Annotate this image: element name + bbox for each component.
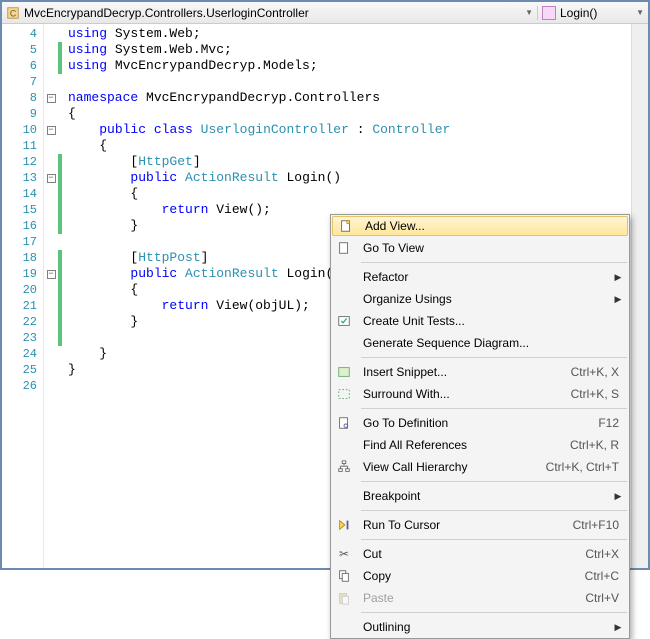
menu-outlining[interactable]: Outlining ▶ xyxy=(331,616,629,638)
menu-create-unit-tests[interactable]: Create Unit Tests... xyxy=(331,310,629,332)
menu-separator xyxy=(361,357,627,358)
menu-generate-sequence-diagram[interactable]: Generate Sequence Diagram... xyxy=(331,332,629,354)
menu-breakpoint[interactable]: Breakpoint ▶ xyxy=(331,485,629,507)
copy-icon xyxy=(331,565,357,587)
submenu-arrow-icon: ▶ xyxy=(613,272,623,283)
menu-separator xyxy=(361,408,627,409)
navigation-bar: C MvcEncrypandDecryp.Controllers.Userlog… xyxy=(2,2,648,24)
surround-icon xyxy=(331,383,357,405)
menu-cut[interactable]: ✂ Cut Ctrl+X xyxy=(331,543,629,565)
cut-icon: ✂ xyxy=(331,543,357,565)
menu-go-to-definition[interactable]: Go To Definition F12 xyxy=(331,412,629,434)
menu-surround-with[interactable]: Surround With... Ctrl+K, S xyxy=(331,383,629,405)
class-icon: C xyxy=(6,6,20,20)
submenu-arrow-icon: ▶ xyxy=(613,622,623,633)
document-icon xyxy=(331,237,357,259)
submenu-arrow-icon: ▶ xyxy=(613,491,623,502)
menu-find-all-references[interactable]: Find All References Ctrl+K, R xyxy=(331,434,629,456)
paste-icon xyxy=(331,587,357,609)
menu-insert-snippet[interactable]: Insert Snippet... Ctrl+K, X xyxy=(331,361,629,383)
menu-separator xyxy=(361,612,627,613)
vertical-scrollbar[interactable] xyxy=(631,24,648,568)
dropdown-arrow-icon: ▼ xyxy=(636,8,644,17)
goto-icon xyxy=(331,412,357,434)
menu-go-to-view[interactable]: Go To View xyxy=(331,237,629,259)
outlining-margin[interactable]: −−−− xyxy=(44,24,58,568)
member-dropdown[interactable]: Login() ▼ xyxy=(538,6,648,20)
menu-organize-usings[interactable]: Organize Usings ▶ xyxy=(331,288,629,310)
hierarchy-icon xyxy=(331,456,357,478)
menu-separator xyxy=(361,539,627,540)
menu-separator xyxy=(361,510,627,511)
svg-text:C: C xyxy=(10,8,16,18)
menu-run-to-cursor[interactable]: Run To Cursor Ctrl+F10 xyxy=(331,514,629,536)
dropdown-arrow-icon: ▼ xyxy=(525,8,533,17)
menu-separator xyxy=(361,481,627,482)
test-icon xyxy=(331,310,357,332)
type-dropdown[interactable]: C MvcEncrypandDecryp.Controllers.Userlog… xyxy=(2,6,538,20)
line-number-gutter: 4567891011121314151617181920212223242526 xyxy=(2,24,44,568)
menu-separator xyxy=(361,262,627,263)
menu-refactor[interactable]: Refactor ▶ xyxy=(331,266,629,288)
menu-copy[interactable]: Copy Ctrl+C xyxy=(331,565,629,587)
menu-add-view[interactable]: Add View... xyxy=(332,216,628,236)
menu-view-call-hierarchy[interactable]: View Call Hierarchy Ctrl+K, Ctrl+T xyxy=(331,456,629,478)
context-menu: Add View... Go To View Refactor ▶ Organi… xyxy=(330,214,630,639)
method-icon xyxy=(542,6,556,20)
document-new-icon xyxy=(333,217,359,235)
run-cursor-icon xyxy=(331,514,357,536)
menu-paste: Paste Ctrl+V xyxy=(331,587,629,609)
type-name: MvcEncrypandDecryp.Controllers.Userlogin… xyxy=(24,6,309,20)
submenu-arrow-icon: ▶ xyxy=(613,294,623,305)
member-name: Login() xyxy=(560,6,597,20)
snippet-icon xyxy=(331,361,357,383)
